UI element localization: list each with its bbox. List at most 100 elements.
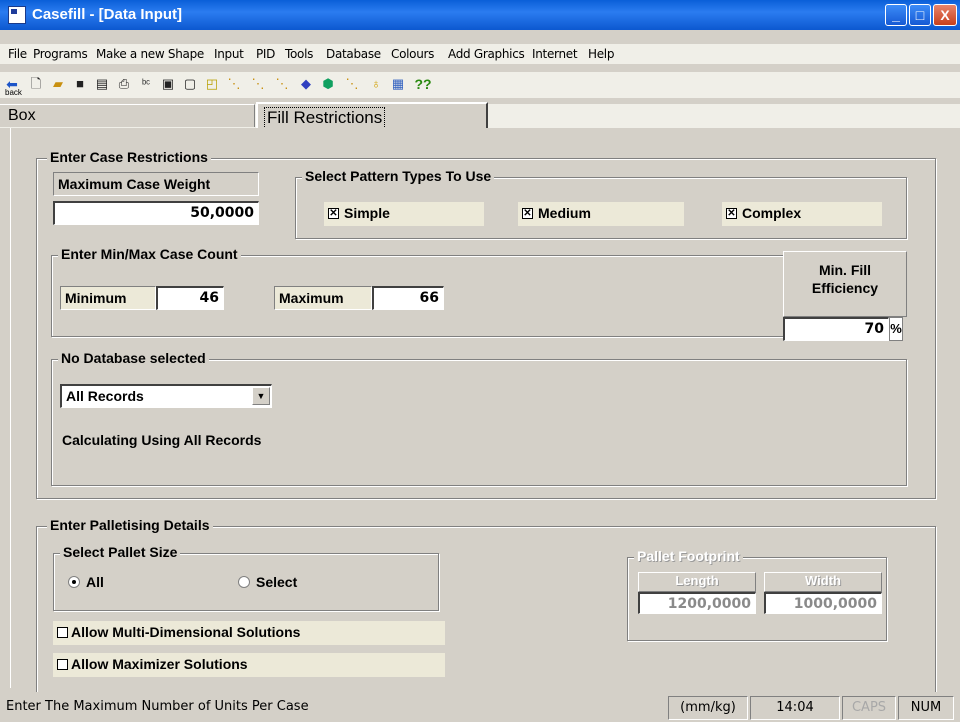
efficiency-unit: % bbox=[889, 317, 903, 341]
max-weight-label: Maximum Case Weight bbox=[53, 172, 259, 196]
document-icon[interactable]: ▣ bbox=[160, 76, 176, 92]
status-num: NUM bbox=[898, 696, 954, 720]
database-select[interactable]: All Records ▼ bbox=[60, 384, 272, 408]
fill-restrictions-panel: Enter Case Restrictions Maximum Case Wei… bbox=[10, 128, 945, 696]
efficiency-label-2: Efficiency bbox=[811, 280, 879, 296]
minimum-input[interactable]: 46 bbox=[156, 286, 224, 310]
database-group: No Database selected All Records ▼ Calcu… bbox=[51, 350, 907, 486]
pattern3-icon[interactable]: ⋱ bbox=[274, 76, 290, 92]
app-window: Casefill - [Data Input] _ □ X File Progr… bbox=[0, 0, 960, 722]
complex-checkbox[interactable]: ✕ bbox=[726, 208, 737, 219]
tab-fill-label: Fill Restrictions bbox=[264, 107, 386, 129]
back-label: back bbox=[5, 88, 22, 97]
efficiency-label-1: Min. Fill bbox=[818, 262, 872, 278]
radio-select-label: Select bbox=[256, 574, 298, 590]
database-status: Calculating Using All Records bbox=[62, 432, 262, 448]
open-folder-icon[interactable]: ▰ bbox=[50, 76, 66, 92]
radio-all[interactable] bbox=[68, 576, 80, 588]
status-caps: CAPS bbox=[842, 696, 896, 720]
menu-file[interactable]: File bbox=[8, 47, 27, 61]
status-bar: Enter The Maximum Number of Units Per Ca… bbox=[0, 692, 960, 722]
bottle-icon[interactable]: ♁ bbox=[368, 76, 384, 92]
status-units: (mm/kg) bbox=[668, 696, 748, 720]
pallet-footprint-title: Pallet Footprint bbox=[634, 548, 743, 564]
toolbar: ⬅ back 🗋 ▰ ■ ▤ ⎙ ᵇᶜ ▣ ▢ ◰ ⋱ ⋱ ⋱ ◆ ⬢ ⋱ ♁ … bbox=[0, 72, 960, 98]
palletising-title: Enter Palletising Details bbox=[47, 517, 213, 533]
menu-help[interactable]: Help bbox=[588, 47, 614, 61]
save-icon[interactable]: ■ bbox=[72, 76, 88, 92]
menu-pid[interactable]: PID bbox=[256, 47, 275, 61]
pattern-simple[interactable]: ✕ Simple bbox=[324, 202, 484, 226]
maximizer-label: Allow Maximizer Solutions bbox=[71, 656, 248, 672]
help-icon[interactable]: ?? bbox=[412, 76, 434, 92]
maximizer-checkbox[interactable] bbox=[57, 659, 68, 670]
spell-check-icon[interactable]: ᵇᶜ bbox=[138, 76, 154, 92]
maximum-label: Maximum bbox=[274, 286, 372, 310]
print-icon[interactable]: ⎙ bbox=[116, 76, 132, 92]
multi-dim-option[interactable]: Allow Multi-Dimensional Solutions bbox=[53, 621, 445, 645]
width-input[interactable]: 1000,0000 bbox=[764, 592, 882, 614]
pattern1-icon[interactable]: ⋱ bbox=[226, 76, 242, 92]
tab-box[interactable]: Box bbox=[0, 104, 255, 127]
multi-dim-checkbox[interactable] bbox=[57, 627, 68, 638]
maximizer-option[interactable]: Allow Maximizer Solutions bbox=[53, 653, 445, 677]
pallet-footprint-group: Pallet Footprint Length 1200,0000 Width … bbox=[627, 548, 887, 641]
case-count-group: Enter Min/Max Case Count Minimum 46 Maxi… bbox=[51, 246, 791, 337]
width-label: Width bbox=[764, 572, 882, 592]
pattern-complex[interactable]: ✕ Complex bbox=[722, 202, 882, 226]
shapes-icon[interactable]: ◰ bbox=[204, 76, 220, 92]
medium-checkbox[interactable]: ✕ bbox=[522, 208, 533, 219]
pattern-medium[interactable]: ✕ Medium bbox=[518, 202, 684, 226]
chevron-down-icon[interactable]: ▼ bbox=[252, 387, 270, 405]
simple-checkbox[interactable]: ✕ bbox=[328, 208, 339, 219]
preview-icon[interactable]: ▢ bbox=[182, 76, 198, 92]
menu-make-shape[interactable]: Make a new Shape bbox=[96, 47, 204, 61]
complex-label: Complex bbox=[742, 205, 802, 221]
pallet-size-title: Select Pallet Size bbox=[60, 544, 181, 560]
tab-fill-restrictions[interactable]: Fill Restrictions bbox=[256, 102, 488, 130]
efficiency-label-box: Min. Fill Efficiency bbox=[783, 251, 907, 317]
pallet-size-group: Select Pallet Size All Select bbox=[53, 544, 439, 611]
max-weight-input[interactable]: 50,0000 bbox=[53, 201, 259, 225]
menu-input[interactable]: Input bbox=[214, 47, 244, 61]
status-message: Enter The Maximum Number of Units Per Ca… bbox=[6, 699, 309, 714]
menu-programs[interactable]: Programs bbox=[33, 47, 88, 61]
pattern-types-title: Select Pattern Types To Use bbox=[302, 168, 495, 184]
menu-bar: File Programs Make a new Shape Input PID… bbox=[0, 44, 960, 65]
database-title: No Database selected bbox=[58, 350, 209, 366]
pattern4-icon[interactable]: ⋱ bbox=[344, 76, 360, 92]
calendar-icon[interactable]: ▦ bbox=[390, 76, 406, 92]
title-bar[interactable]: Casefill - [Data Input] _ □ X bbox=[0, 0, 960, 30]
case-restrictions-title: Enter Case Restrictions bbox=[47, 149, 211, 165]
minimum-label: Minimum bbox=[60, 286, 156, 310]
menu-colours[interactable]: Colours bbox=[391, 47, 434, 61]
database-select-value: All Records bbox=[66, 388, 144, 404]
close-button[interactable]: X bbox=[933, 4, 957, 26]
cube-icon[interactable]: ⬢ bbox=[320, 76, 336, 92]
case-count-title: Enter Min/Max Case Count bbox=[58, 246, 241, 262]
app-icon bbox=[8, 6, 26, 24]
efficiency-input[interactable]: 70 bbox=[783, 317, 889, 341]
tab-box-label: Box bbox=[8, 107, 36, 124]
case-restrictions-group: Enter Case Restrictions Maximum Case Wei… bbox=[36, 149, 936, 499]
window-title: Casefill - [Data Input] bbox=[32, 6, 183, 23]
multi-dim-label: Allow Multi-Dimensional Solutions bbox=[71, 624, 301, 640]
length-label: Length bbox=[638, 572, 756, 592]
radio-select[interactable] bbox=[238, 576, 250, 588]
new-file-icon[interactable]: 🗋 bbox=[28, 76, 44, 92]
menu-database[interactable]: Database bbox=[326, 47, 381, 61]
calculator-icon[interactable]: ▤ bbox=[94, 76, 110, 92]
menu-internet[interactable]: Internet bbox=[532, 47, 578, 61]
pattern2-icon[interactable]: ⋱ bbox=[250, 76, 266, 92]
length-input[interactable]: 1200,0000 bbox=[638, 592, 756, 614]
maximize-button[interactable]: □ bbox=[909, 4, 931, 26]
paint-icon[interactable]: ◆ bbox=[298, 76, 314, 92]
pattern-types-group: Select Pattern Types To Use ✕ Simple ✕ M… bbox=[295, 168, 907, 239]
minimize-button[interactable]: _ bbox=[885, 4, 907, 26]
menu-tools[interactable]: Tools bbox=[285, 47, 313, 61]
radio-all-label: All bbox=[86, 574, 104, 590]
menu-add-graphics[interactable]: Add Graphics bbox=[448, 47, 525, 61]
palletising-group: Enter Palletising Details Select Pallet … bbox=[36, 517, 936, 696]
maximum-input[interactable]: 66 bbox=[372, 286, 444, 310]
status-time: 14:04 bbox=[750, 696, 840, 720]
